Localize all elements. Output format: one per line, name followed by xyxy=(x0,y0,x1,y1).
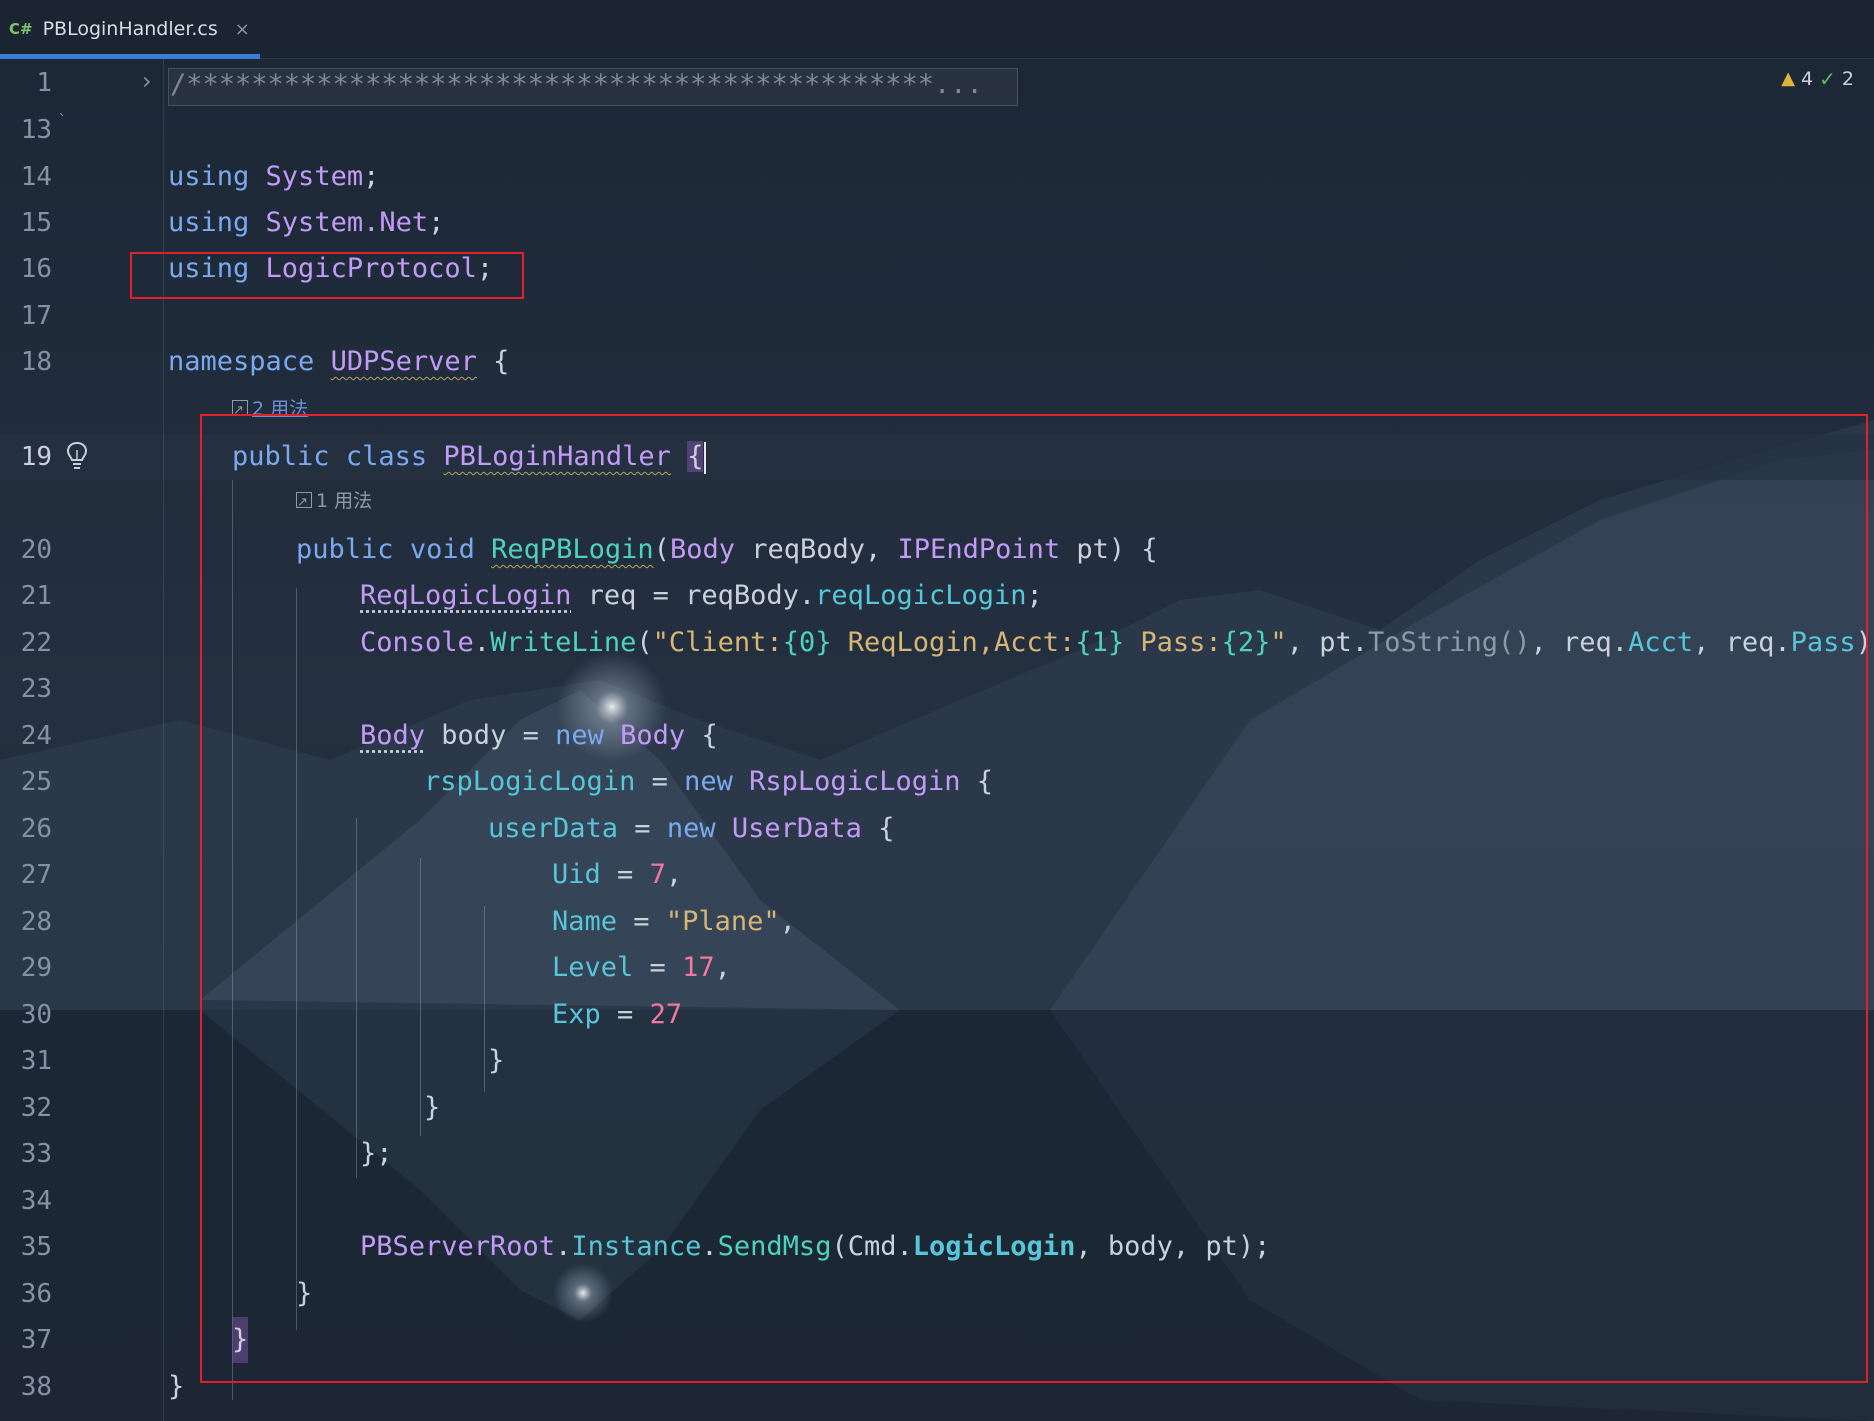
line-number: 26 xyxy=(20,814,52,844)
line-number: 31 xyxy=(20,1046,52,1076)
line-number: 34 xyxy=(20,1186,52,1216)
line-number: 28 xyxy=(20,907,52,937)
code-line-15: using System.Net; xyxy=(168,200,444,246)
token-keyword: using xyxy=(168,207,250,238)
line-number: 21 xyxy=(20,581,52,611)
ok-count: 2 xyxy=(1841,68,1854,90)
line-number: 16 xyxy=(20,254,52,284)
file-tab[interactable]: C# PBLoginHandler.cs × xyxy=(0,0,260,59)
line-number: 33 xyxy=(20,1139,52,1169)
code-line-13: ` xyxy=(58,113,67,129)
lightbulb-icon[interactable] xyxy=(64,440,90,470)
line-number: 23 xyxy=(20,674,52,704)
tab-filename: PBLoginHandler.cs xyxy=(42,18,218,40)
line-number: 27 xyxy=(20,860,52,890)
code-line-18: namespace UDPServer { xyxy=(168,339,509,385)
line-number: 20 xyxy=(20,535,52,565)
highlight-box-using xyxy=(130,252,524,299)
close-icon[interactable]: × xyxy=(235,19,250,40)
active-tab-indicator xyxy=(0,54,260,59)
token-namespace: System.Net xyxy=(265,207,429,238)
line-number: 35 xyxy=(20,1232,52,1262)
code-line-14: using System; xyxy=(168,154,379,200)
editor-tab-bar: C# PBLoginHandler.cs × xyxy=(0,0,1874,59)
code-line-38: } xyxy=(168,1371,185,1402)
warning-icon: ▲ xyxy=(1781,68,1796,89)
chevron-right-icon[interactable]: › xyxy=(142,58,152,104)
token-namespace: System xyxy=(265,161,364,192)
token-namespace-name: UDPServer xyxy=(330,346,477,377)
line-number: 13 xyxy=(20,115,52,145)
token-punct: ; xyxy=(363,161,380,192)
inspection-widget[interactable]: ▲ 4 ✓ 2 xyxy=(1781,64,1854,94)
csharp-file-icon: C# xyxy=(9,20,33,38)
line-number: 14 xyxy=(20,162,52,192)
token-keyword: using xyxy=(168,161,250,192)
line-number: 25 xyxy=(20,767,52,797)
line-number: 38 xyxy=(20,1372,52,1402)
warning-count: 4 xyxy=(1801,68,1814,90)
token-keyword: namespace xyxy=(168,346,315,377)
highlight-box-class xyxy=(200,414,1868,1383)
line-number: 15 xyxy=(20,208,52,238)
line-number: 29 xyxy=(20,953,52,983)
line-number: 17 xyxy=(20,301,52,331)
line-number: 30 xyxy=(20,1000,52,1030)
line-number: 22 xyxy=(20,628,52,658)
line-number: 36 xyxy=(20,1279,52,1309)
code-line-1: /***************************************… xyxy=(170,69,983,100)
checkmark-icon: ✓ xyxy=(1819,67,1836,91)
line-number: 18 xyxy=(20,347,52,377)
line-number: 37 xyxy=(20,1325,52,1355)
line-number: 19 xyxy=(20,442,52,472)
line-number: 1 xyxy=(36,68,52,98)
line-number: 32 xyxy=(20,1093,52,1123)
token-brace: { xyxy=(493,346,510,377)
token-punct: ; xyxy=(428,207,445,238)
line-number: 24 xyxy=(20,721,52,751)
